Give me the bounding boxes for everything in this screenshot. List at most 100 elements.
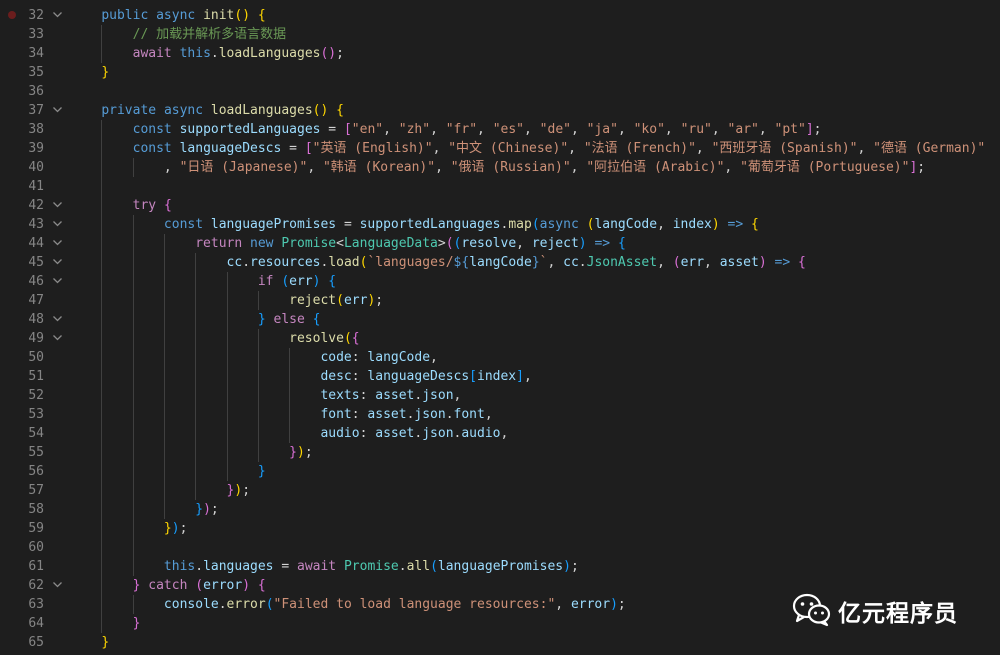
line-number: 51: [28, 369, 44, 384]
fold-chevron-icon[interactable]: [50, 329, 64, 348]
code-line[interactable]: 34 await this.loadLanguages();: [0, 44, 1000, 63]
code-line[interactable]: 58 });: [0, 500, 1000, 519]
line-number: 45: [28, 255, 44, 270]
fold-chevron-icon[interactable]: [50, 272, 64, 291]
line-number: 49: [28, 331, 44, 346]
line-number: 58: [28, 502, 44, 517]
fold-chevron-icon[interactable]: [50, 101, 64, 120]
fold-chevron-icon[interactable]: [50, 576, 64, 595]
code-text[interactable]: }: [70, 63, 109, 82]
code-line[interactable]: 38 const supportedLanguages = ["en", "zh…: [0, 120, 1000, 139]
code-text[interactable]: }: [70, 462, 266, 481]
code-text[interactable]: const languagePromises = supportedLangua…: [70, 215, 759, 234]
watermark-text: 亿元程序员: [838, 601, 958, 627]
code-text[interactable]: console.error("Failed to load language r…: [70, 595, 626, 614]
code-line[interactable]: 52 texts: asset.json,: [0, 386, 1000, 405]
fold-chevron-icon[interactable]: [50, 215, 64, 234]
code-text[interactable]: return new Promise<LanguageData>((resolv…: [70, 234, 626, 253]
code-line[interactable]: 36: [0, 82, 1000, 101]
code-text[interactable]: } else {: [70, 310, 321, 329]
code-text[interactable]: font: asset.json.font,: [70, 405, 492, 424]
code-line[interactable]: 65 }: [0, 633, 1000, 652]
code-text[interactable]: private async loadLanguages() {: [70, 101, 344, 120]
code-text[interactable]: if (err) {: [70, 272, 336, 291]
code-text[interactable]: const languageDescs = ["英语 (English)", "…: [70, 139, 986, 158]
code-line[interactable]: 61 this.languages = await Promise.all(la…: [0, 557, 1000, 576]
line-number: 36: [28, 84, 44, 99]
code-text[interactable]: const supportedLanguages = ["en", "zh", …: [70, 120, 822, 139]
fold-chevron-icon[interactable]: [50, 310, 64, 329]
code-line[interactable]: 48 } else {: [0, 310, 1000, 329]
fold-chevron-icon[interactable]: [50, 234, 64, 253]
code-text[interactable]: }: [70, 614, 141, 633]
code-line[interactable]: 57 });: [0, 481, 1000, 500]
wechat-icon: [792, 593, 832, 631]
code-text[interactable]: await this.loadLanguages();: [70, 44, 344, 63]
code-line[interactable]: 41: [0, 177, 1000, 196]
code-line[interactable]: 43 const languagePromises = supportedLan…: [0, 215, 1000, 234]
line-number: 62: [28, 578, 44, 593]
line-number: 40: [28, 160, 44, 175]
code-text[interactable]: }: [70, 633, 109, 652]
code-text[interactable]: cc.resources.load(`languages/${langCode}…: [70, 253, 806, 272]
code-line[interactable]: 60: [0, 538, 1000, 557]
code-editor[interactable]: 32 public async init() {33 // 加载并解析多语言数据…: [0, 0, 1000, 655]
code-line[interactable]: 59 });: [0, 519, 1000, 538]
code-line[interactable]: 44 return new Promise<LanguageData>((res…: [0, 234, 1000, 253]
fold-chevron-icon[interactable]: [50, 196, 64, 215]
code-text[interactable]: public async init() {: [70, 6, 265, 25]
code-text[interactable]: reject(err);: [70, 291, 383, 310]
code-line[interactable]: 49 resolve({: [0, 329, 1000, 348]
code-text[interactable]: code: langCode,: [70, 348, 437, 367]
line-number: 57: [28, 483, 44, 498]
watermark: 亿元程序员: [792, 590, 992, 630]
line-number: 56: [28, 464, 44, 479]
code-text[interactable]: });: [70, 519, 187, 538]
code-text[interactable]: resolve({: [70, 329, 359, 348]
line-number: 61: [28, 559, 44, 574]
code-text[interactable]: this.languages = await Promise.all(langu…: [70, 557, 579, 576]
code-text[interactable]: } catch (error) {: [70, 576, 266, 595]
line-number: 59: [28, 521, 44, 536]
code-line[interactable]: 35 }: [0, 63, 1000, 82]
code-line[interactable]: 37 private async loadLanguages() {: [0, 101, 1000, 120]
fold-chevron-icon[interactable]: [50, 6, 64, 25]
line-number: 53: [28, 407, 44, 422]
code-line[interactable]: 54 audio: asset.json.audio,: [0, 424, 1000, 443]
code-line[interactable]: 42 try {: [0, 196, 1000, 215]
line-number: 37: [28, 103, 44, 118]
line-number: 34: [28, 46, 44, 61]
line-number: 38: [28, 122, 44, 137]
code-text[interactable]: // 加载并解析多语言数据: [70, 25, 286, 44]
code-line[interactable]: 45 cc.resources.load(`languages/${langCo…: [0, 253, 1000, 272]
code-line[interactable]: 51 desc: languageDescs[index],: [0, 367, 1000, 386]
code-text[interactable]: , "日语 (Japanese)", "韩语 (Korean)", "俄语 (R…: [70, 158, 925, 177]
line-number: 63: [28, 597, 44, 612]
code-text[interactable]: try {: [70, 196, 172, 215]
code-text[interactable]: });: [70, 443, 312, 462]
code-line[interactable]: 55 });: [0, 443, 1000, 462]
code-text[interactable]: });: [70, 500, 218, 519]
code-line[interactable]: 32 public async init() {: [0, 6, 1000, 25]
line-number: 33: [28, 27, 44, 42]
code-line[interactable]: 39 const languageDescs = ["英语 (English)"…: [0, 139, 1000, 158]
code-line[interactable]: 56 }: [0, 462, 1000, 481]
code-line[interactable]: 33 // 加载并解析多语言数据: [0, 25, 1000, 44]
code-text[interactable]: });: [70, 481, 250, 500]
breakpoint-icon[interactable]: [8, 11, 16, 19]
line-number: 52: [28, 388, 44, 403]
fold-chevron-icon[interactable]: [50, 253, 64, 272]
line-number: 55: [28, 445, 44, 460]
code-text[interactable]: audio: asset.json.audio,: [70, 424, 508, 443]
code-line[interactable]: 40 , "日语 (Japanese)", "韩语 (Korean)", "俄语…: [0, 158, 1000, 177]
code-line[interactable]: 46 if (err) {: [0, 272, 1000, 291]
code-text[interactable]: desc: languageDescs[index],: [70, 367, 531, 386]
line-number: 48: [28, 312, 44, 327]
line-number: 46: [28, 274, 44, 289]
code-text[interactable]: texts: asset.json,: [70, 386, 461, 405]
code-line[interactable]: 50 code: langCode,: [0, 348, 1000, 367]
line-number: 39: [28, 141, 44, 156]
code-line[interactable]: 47 reject(err);: [0, 291, 1000, 310]
line-number: 50: [28, 350, 44, 365]
code-line[interactable]: 53 font: asset.json.font,: [0, 405, 1000, 424]
